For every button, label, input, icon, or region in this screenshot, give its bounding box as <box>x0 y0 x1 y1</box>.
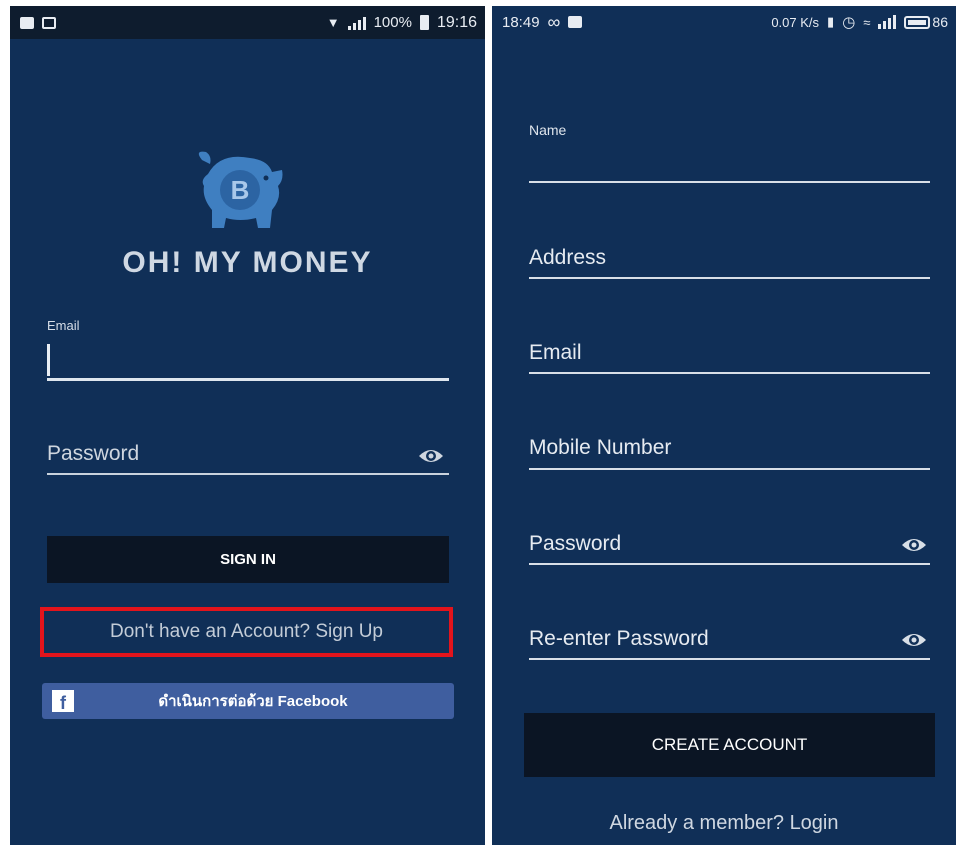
show-reenter-password-icon[interactable] <box>900 630 928 650</box>
password-underline <box>529 563 930 565</box>
status-time: 19:16 <box>436 13 477 31</box>
email-underline <box>529 372 930 374</box>
network-speed: 0.07 K/s <box>771 14 820 30</box>
status-time: 18:49 <box>502 13 540 31</box>
infinity-icon: ∞ <box>547 11 561 32</box>
vibrate-icon: ▮ <box>827 14 835 29</box>
battery-percent: 100% <box>373 14 412 31</box>
password-underline <box>47 473 449 475</box>
mobile-number-underline <box>529 468 930 470</box>
password-placeholder: Password <box>47 442 140 465</box>
mobile-number-placeholder: Mobile Number <box>529 436 672 459</box>
show-password-icon[interactable] <box>417 446 445 466</box>
signup-link[interactable]: Don't have an Account? Sign Up <box>40 607 453 657</box>
login-screen: ▼ 100% 19:16 B OH! MY MONEY Email Passwo… <box>10 6 485 845</box>
email-placeholder: Email <box>529 341 582 364</box>
battery-percent: 86 <box>932 14 948 30</box>
password-placeholder: Password <box>529 532 622 555</box>
facebook-icon: f <box>52 690 74 712</box>
email-underline <box>47 378 449 381</box>
alarm-icon: ◷ <box>842 14 856 31</box>
gallery-notification-icon <box>20 16 34 29</box>
wifi-icon: ≈ <box>863 14 871 30</box>
sign-in-button[interactable]: SIGN IN <box>47 536 449 583</box>
battery-icon <box>419 15 429 30</box>
signup-screen: 18:49 ∞ 0.07 K/s ▮ ◷ ≈ 86 Name Address E… <box>492 6 956 845</box>
address-underline <box>529 277 930 279</box>
wifi-icon: ▼ <box>326 15 340 30</box>
create-account-button[interactable]: CREATE ACCOUNT <box>524 713 935 777</box>
logo-symbol: B <box>231 175 250 205</box>
piggy-bank-logo-icon: B <box>198 151 283 228</box>
email-label: Email <box>47 318 80 333</box>
reenter-password-placeholder: Re-enter Password <box>529 627 709 650</box>
facebook-button-label: ดำเนินการต่อด้วย Facebook <box>158 693 348 710</box>
reenter-password-underline <box>529 658 930 660</box>
name-label: Name <box>529 122 567 138</box>
status-bar: 18:49 ∞ 0.07 K/s ▮ ◷ ≈ 86 <box>492 6 956 38</box>
address-placeholder: Address <box>529 246 607 269</box>
app-brand-title: OH! MY MONEY <box>122 246 373 279</box>
show-password-icon[interactable] <box>900 535 928 555</box>
message-notification-icon <box>42 16 56 29</box>
status-bar: ▼ 100% 19:16 <box>10 6 485 39</box>
facebook-login-button[interactable]: f ดำเนินการต่อด้วย Facebook <box>42 683 454 719</box>
name-underline <box>529 181 930 183</box>
gallery-notification-icon <box>568 16 583 28</box>
text-cursor <box>47 344 50 376</box>
signal-icon <box>347 16 366 30</box>
battery-icon <box>904 15 931 29</box>
signal-icon <box>878 15 897 29</box>
login-link[interactable]: Already a member? Login <box>492 812 956 835</box>
